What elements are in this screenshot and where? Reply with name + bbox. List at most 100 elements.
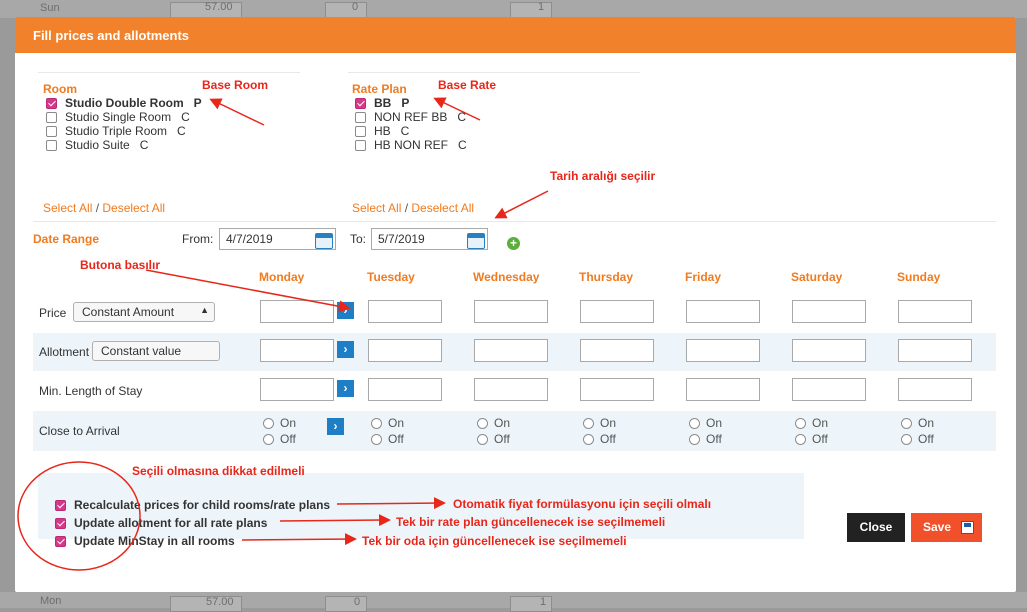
cta-on-radio-sunday[interactable]: On xyxy=(901,416,934,430)
price-input-sunday[interactable] xyxy=(898,300,972,323)
allotment-input-friday[interactable] xyxy=(686,339,760,362)
allotment-input-thursday[interactable] xyxy=(580,339,654,362)
bg-count-cell xyxy=(325,596,367,612)
calendar-icon[interactable] xyxy=(467,233,485,249)
price-input-monday[interactable] xyxy=(260,300,334,323)
option-update-allotment[interactable]: Update allotment for all rate plans xyxy=(55,516,267,530)
checkbox[interactable] xyxy=(46,139,57,151)
min-stay-input-friday[interactable] xyxy=(686,378,760,401)
cta-off-radio-wednesday[interactable]: Off xyxy=(477,432,510,446)
room-option-studio-double[interactable]: Studio Double Room P xyxy=(46,96,202,110)
checkbox[interactable] xyxy=(55,535,66,547)
price-input-tuesday[interactable] xyxy=(368,300,442,323)
radio-circle[interactable] xyxy=(477,433,488,445)
cta-off-radio-saturday[interactable]: Off xyxy=(795,432,828,446)
from-label: From: xyxy=(182,232,214,246)
price-input-saturday[interactable] xyxy=(792,300,866,323)
cta-on-radio-saturday[interactable]: On xyxy=(795,416,828,430)
price-input-friday[interactable] xyxy=(686,300,760,323)
cta-off-radio-thursday[interactable]: Off xyxy=(583,432,616,446)
radio-circle[interactable] xyxy=(371,433,382,445)
radio-circle[interactable] xyxy=(583,433,594,445)
cta-on-radio-wednesday[interactable]: On xyxy=(477,416,510,430)
radio-label: Off xyxy=(812,432,828,446)
radio-circle[interactable] xyxy=(795,433,806,445)
radio-circle[interactable] xyxy=(263,417,274,429)
room-option-studio-suite[interactable]: Studio Suite C xyxy=(46,138,148,152)
radio-circle[interactable] xyxy=(689,433,700,445)
cta-on-radio-monday[interactable]: On xyxy=(263,416,296,430)
cta-off-radio-sunday[interactable]: Off xyxy=(901,432,934,446)
cta-on-radio-tuesday[interactable]: On xyxy=(371,416,404,430)
rate-option-code: C xyxy=(400,124,410,138)
radio-circle[interactable] xyxy=(901,433,912,445)
min-stay-input-saturday[interactable] xyxy=(792,378,866,401)
rate-option-non-ref-bb[interactable]: NON REF BB C xyxy=(355,110,466,124)
room-deselect-all-link[interactable]: Deselect All xyxy=(102,201,165,215)
checkbox[interactable] xyxy=(46,111,57,123)
allotment-input-saturday[interactable] xyxy=(792,339,866,362)
option-label: Update allotment for all rate plans xyxy=(74,516,268,530)
radio-circle[interactable] xyxy=(795,417,806,429)
annotation-base-room: Base Room xyxy=(202,78,269,92)
min-stay-input-sunday[interactable] xyxy=(898,378,972,401)
rate-deselect-all-link[interactable]: Deselect All xyxy=(411,201,474,215)
price-mode-select[interactable]: Constant Amount ▲ xyxy=(73,302,215,322)
checkbox[interactable] xyxy=(355,139,366,151)
radio-circle[interactable] xyxy=(689,417,700,429)
apply-allotment-button[interactable]: › xyxy=(337,341,354,358)
rate-option-hb-non-ref[interactable]: HB NON REF C xyxy=(355,138,467,152)
add-date-range-icon[interactable]: + xyxy=(507,237,520,250)
allotment-input-wednesday[interactable] xyxy=(474,339,548,362)
room-select-all-link[interactable]: Select All xyxy=(43,201,92,215)
rate-option-hb[interactable]: HB C xyxy=(355,124,409,138)
rate-option-bb[interactable]: BB P xyxy=(355,96,409,110)
min-stay-input-thursday[interactable] xyxy=(580,378,654,401)
radio-circle[interactable] xyxy=(371,417,382,429)
allotment-input-monday[interactable] xyxy=(260,339,334,362)
min-stay-input-tuesday[interactable] xyxy=(368,378,442,401)
option-recalculate-prices[interactable]: Recalculate prices for child rooms/rate … xyxy=(55,498,330,512)
min-stay-input-wednesday[interactable] xyxy=(474,378,548,401)
cta-off-radio-friday[interactable]: Off xyxy=(689,432,722,446)
checkbox[interactable] xyxy=(355,125,366,137)
apply-min-stay-button[interactable]: › xyxy=(337,380,354,397)
radio-circle[interactable] xyxy=(263,433,274,445)
calendar-icon[interactable] xyxy=(315,233,333,249)
radio-label: On xyxy=(918,416,935,430)
apply-price-button[interactable]: › xyxy=(337,302,354,319)
cta-off-radio-tuesday[interactable]: Off xyxy=(371,432,404,446)
option-update-minstay[interactable]: Update MinStay in all rooms xyxy=(55,534,235,548)
radio-circle[interactable] xyxy=(901,417,912,429)
close-button[interactable]: Close xyxy=(847,513,905,542)
bg-day-label: Sun xyxy=(40,2,60,14)
room-option-studio-triple[interactable]: Studio Triple Room C xyxy=(46,124,186,138)
price-input-thursday[interactable] xyxy=(580,300,654,323)
radio-circle[interactable] xyxy=(583,417,594,429)
allotment-input-tuesday[interactable] xyxy=(368,339,442,362)
allotment-input-sunday[interactable] xyxy=(898,339,972,362)
min-stay-input-monday[interactable] xyxy=(260,378,334,401)
rate-option-code: C xyxy=(458,138,467,152)
checkbox[interactable] xyxy=(55,517,66,529)
cta-on-radio-friday[interactable]: On xyxy=(689,416,722,430)
price-input-wednesday[interactable] xyxy=(474,300,548,323)
checkbox[interactable] xyxy=(355,111,366,123)
cta-on-radio-thursday[interactable]: On xyxy=(583,416,616,430)
checkbox[interactable] xyxy=(55,499,66,511)
cta-off-radio-monday[interactable]: Off xyxy=(263,432,296,446)
allotment-mode-select[interactable]: Constant value xyxy=(92,341,220,361)
apply-cta-button[interactable]: › xyxy=(327,418,344,435)
cta-row-label: Close to Arrival xyxy=(39,424,120,438)
checkbox[interactable] xyxy=(46,97,57,109)
annotation-date-range: Tarih aralığı seçilir xyxy=(550,169,656,183)
room-option-studio-single[interactable]: Studio Single Room C xyxy=(46,110,190,124)
annotation-option-2: Tek bir rate plan güncellenecek ise seçi… xyxy=(396,515,666,529)
checkbox[interactable] xyxy=(355,97,366,109)
rate-select-all-link[interactable]: Select All xyxy=(352,201,401,215)
save-button[interactable]: Save xyxy=(911,513,982,542)
checkbox[interactable] xyxy=(46,125,57,137)
day-header-tuesday: Tuesday xyxy=(367,270,415,284)
room-heading: Room xyxy=(43,82,77,96)
radio-circle[interactable] xyxy=(477,417,488,429)
